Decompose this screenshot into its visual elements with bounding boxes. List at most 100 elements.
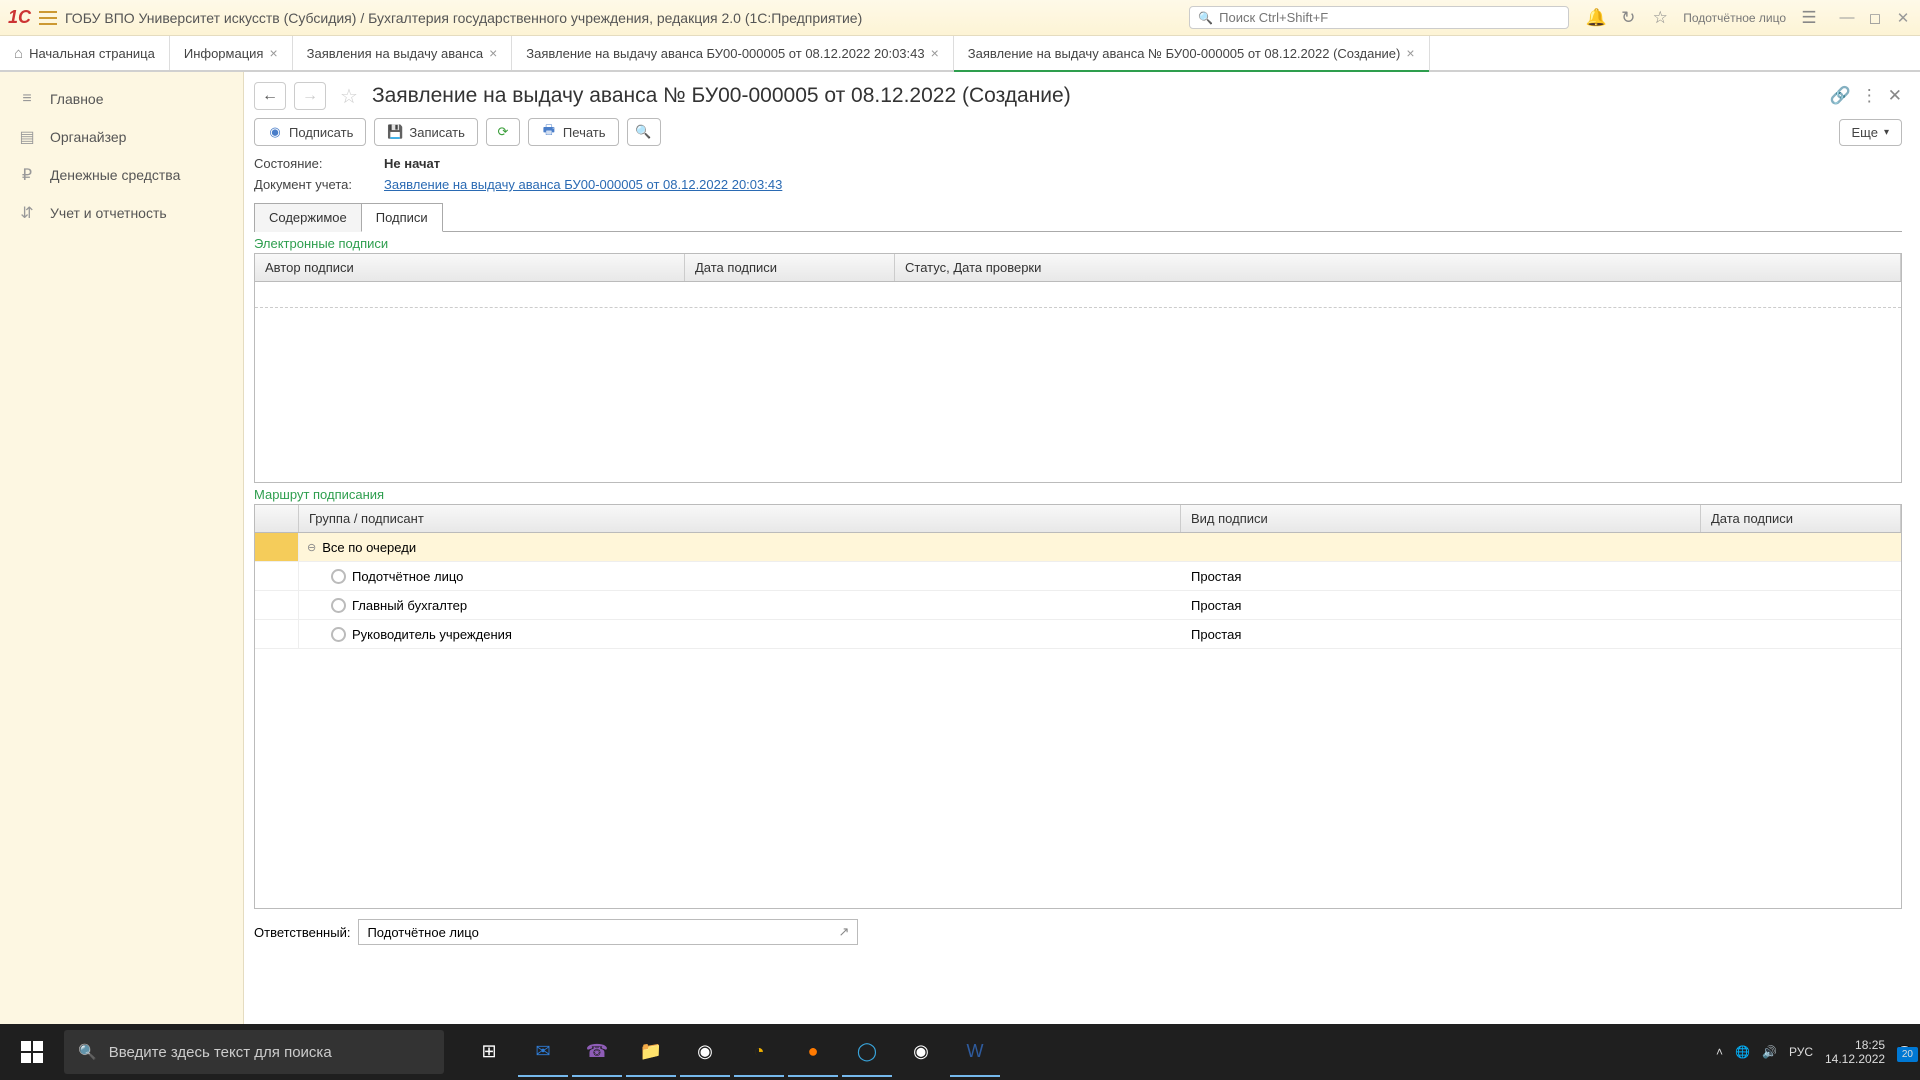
chrome-icon[interactable]: ◉ — [680, 1027, 730, 1077]
tab-home[interactable]: ⌂ Начальная страница — [0, 36, 170, 70]
explorer-icon[interactable]: 📁 — [626, 1027, 676, 1077]
row-type-cell: Простая — [1181, 593, 1701, 618]
status-value: Не начат — [384, 156, 440, 171]
viber-icon[interactable]: ☎ — [572, 1027, 622, 1077]
1c-icon[interactable]: ◔ — [734, 1027, 784, 1077]
empty-row[interactable] — [255, 282, 1901, 308]
col-status[interactable]: Статус, Дата проверки — [895, 254, 1901, 281]
row-group-cell: Руководитель учреждения — [299, 622, 1181, 647]
sidebar-item-main[interactable]: ≡ Главное — [0, 80, 243, 118]
collapse-icon[interactable]: ⊖ — [307, 541, 316, 554]
col-type[interactable]: Вид подписи — [1181, 505, 1701, 532]
tab-close-icon[interactable]: × — [489, 45, 497, 61]
page-header-actions: 🔗 ⋮ ✕ — [1830, 86, 1902, 106]
tab-applications[interactable]: Заявления на выдачу аванса × — [293, 36, 513, 70]
col-marker — [255, 505, 299, 532]
row-type-cell: Простая — [1181, 564, 1701, 589]
tab-info[interactable]: Информация × — [170, 36, 293, 70]
network-icon[interactable]: 🌐 — [1735, 1045, 1750, 1059]
responsible-label: Ответственный: — [254, 925, 350, 940]
user-menu[interactable]: Подотчётное лицо — [1683, 11, 1786, 25]
volume-icon[interactable]: 🔊 — [1762, 1045, 1777, 1059]
app-orange-icon[interactable]: ● — [788, 1027, 838, 1077]
link-icon[interactable]: 🔗 — [1830, 86, 1851, 106]
responsible-value: Подотчётное лицо — [367, 925, 478, 940]
notif-badge: 20 — [1897, 1047, 1918, 1062]
status-label: Состояние: — [254, 156, 384, 171]
responsible-input[interactable]: Подотчётное лицо ↗ — [358, 919, 858, 945]
tab-create[interactable]: Заявление на выдачу аванса № БУ00-000005… — [954, 36, 1430, 70]
route-row[interactable]: Главный бухгалтер Простая — [255, 591, 1901, 620]
preview-button[interactable]: 🔍 — [627, 118, 661, 146]
global-search[interactable]: 🔍 — [1189, 6, 1569, 29]
signer-name: Руководитель учреждения — [352, 627, 512, 642]
tab-doc[interactable]: Заявление на выдачу аванса БУ00-000005 о… — [512, 36, 954, 70]
star-icon[interactable]: ☆ — [1651, 9, 1669, 27]
sidebar-item-organizer[interactable]: ▤ Органайзер — [0, 118, 243, 156]
history-icon[interactable]: ↻ — [1619, 9, 1637, 27]
nav-forward-button[interactable]: → — [294, 82, 326, 110]
search-placeholder: Введите здесь текст для поиска — [109, 1044, 332, 1061]
save-icon: 💾 — [387, 124, 403, 140]
tab-close-icon[interactable]: × — [1406, 45, 1414, 61]
search-icon: 🔍 — [78, 1043, 97, 1061]
route-grid[interactable]: Группа / подписант Вид подписи Дата подп… — [254, 504, 1902, 909]
subtab-signatures[interactable]: Подписи — [361, 203, 443, 232]
taskbar-search[interactable]: 🔍 Введите здесь текст для поиска — [64, 1030, 444, 1074]
button-label: Записать — [409, 125, 465, 140]
maximize-icon[interactable]: ◻ — [1866, 9, 1884, 27]
search-input[interactable] — [1219, 10, 1560, 25]
col-group[interactable]: Группа / подписант — [299, 505, 1181, 532]
nav-back-button[interactable]: ← — [254, 82, 286, 110]
notifications-icon[interactable]: 💬20 — [1897, 1045, 1912, 1059]
col-date[interactable]: Дата подписи — [685, 254, 895, 281]
refresh-button[interactable]: ⟳ — [486, 118, 520, 146]
outlook-icon[interactable]: ✉ — [518, 1027, 568, 1077]
page-title: Заявление на выдачу аванса № БУ00-000005… — [372, 84, 1822, 108]
minimize-icon[interactable]: — — [1838, 9, 1856, 27]
edge-icon[interactable]: ◯ — [842, 1027, 892, 1077]
row-marker — [255, 620, 299, 648]
col-author[interactable]: Автор подписи — [255, 254, 685, 281]
bell-icon[interactable]: 🔔 — [1587, 9, 1605, 27]
open-ref-icon[interactable]: ↗ — [839, 924, 850, 940]
sidebar-item-reports[interactable]: ⇵ Учет и отчетность — [0, 194, 243, 232]
close-icon[interactable]: ✕ — [1894, 9, 1912, 27]
tab-close-icon[interactable]: × — [931, 45, 939, 61]
route-row[interactable]: Руководитель учреждения Простая — [255, 620, 1901, 649]
app-logo-icon: 1C — [8, 7, 31, 28]
calendar-icon: ▤ — [18, 128, 36, 146]
tray-chevron-icon[interactable]: ˄ — [1716, 1045, 1723, 1059]
route-parent-row[interactable]: ⊖ Все по очереди — [255, 533, 1901, 562]
menu-icon[interactable] — [39, 11, 57, 25]
sidebar-item-label: Главное — [50, 91, 104, 107]
titlebar: 1C ГОБУ ВПО Университет искусств (Субсид… — [0, 0, 1920, 36]
sidebar-item-money[interactable]: ₽ Денежные средства — [0, 156, 243, 194]
start-button[interactable] — [0, 1024, 64, 1080]
chrome2-icon[interactable]: ◉ — [896, 1027, 946, 1077]
favorite-icon[interactable]: ☆ — [340, 84, 358, 109]
more-button[interactable]: Еще ▾ — [1839, 119, 1902, 146]
save-button[interactable]: 💾 Записать — [374, 118, 478, 146]
taskbar-apps: ⊞ ✉ ☎ 📁 ◉ ◔ ● ◯ ◉ W — [464, 1027, 1000, 1077]
close-panel-icon[interactable]: ✕ — [1888, 86, 1902, 106]
esign-grid[interactable]: Автор подписи Дата подписи Статус, Дата … — [254, 253, 1902, 483]
doc-link[interactable]: Заявление на выдачу аванса БУ00-000005 о… — [384, 177, 782, 192]
tab-close-icon[interactable]: × — [269, 45, 277, 61]
ruble-icon: ₽ — [18, 166, 36, 184]
content: ← → ☆ Заявление на выдачу аванса № БУ00-… — [244, 72, 1920, 1024]
sign-button[interactable]: ◉ Подписать — [254, 118, 366, 146]
print-button[interactable]: 🖶 Печать — [528, 118, 619, 146]
doc-label: Документ учета: — [254, 177, 384, 192]
task-view-icon[interactable]: ⊞ — [464, 1027, 514, 1077]
subtab-content[interactable]: Содержимое — [254, 203, 362, 232]
sub-tabs: Содержимое Подписи — [254, 202, 1902, 232]
kebab-icon[interactable]: ⋮ — [1861, 86, 1878, 106]
col-sign-date[interactable]: Дата подписи — [1701, 505, 1901, 532]
language-indicator[interactable]: РУС — [1789, 1045, 1813, 1059]
clock[interactable]: 18:25 14.12.2022 — [1825, 1038, 1885, 1067]
responsible-field: Ответственный: Подотчётное лицо ↗ — [254, 919, 1902, 945]
word-icon[interactable]: W — [950, 1027, 1000, 1077]
user-menu-toggle-icon[interactable]: ☰ — [1800, 9, 1818, 27]
route-row[interactable]: Подотчётное лицо Простая — [255, 562, 1901, 591]
